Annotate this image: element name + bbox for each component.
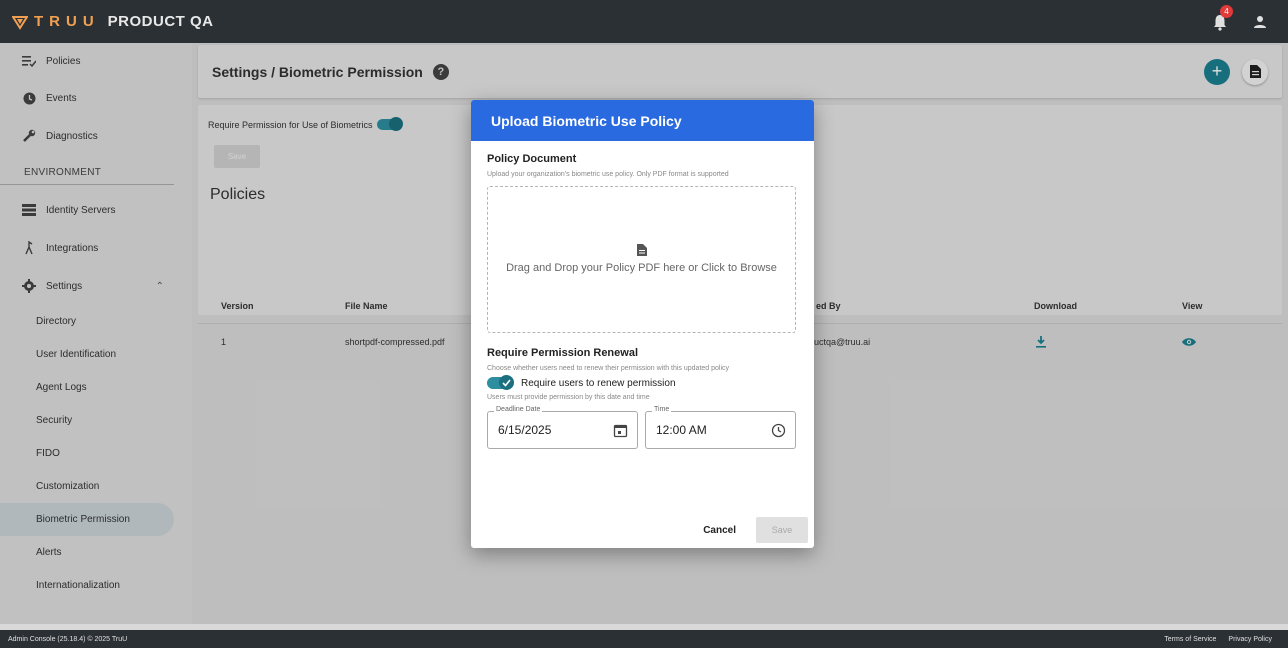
upload-policy-dialog: Upload Biometric Use Policy Policy Docum… <box>471 100 814 548</box>
clock-icon[interactable] <box>771 423 786 438</box>
deadline-date-label: Deadline Date <box>494 405 543 413</box>
policy-document-heading: Policy Document <box>487 153 577 165</box>
notification-badge: 4 <box>1220 4 1233 18</box>
privacy-link[interactable]: Privacy Policy <box>1228 636 1272 643</box>
renew-permission-toggle[interactable] <box>487 375 514 391</box>
truu-logo-icon <box>12 15 28 30</box>
terms-link[interactable]: Terms of Service <box>1164 636 1216 643</box>
product-name: PRODUCT QA <box>107 13 214 30</box>
deadline-date-field[interactable]: Deadline Date 6/15/2025 <box>487 405 638 449</box>
footer: Admin Console (25.18.4) © 2025 TruU Term… <box>0 630 1288 648</box>
policy-document-description: Upload your organization's biometric use… <box>487 171 729 178</box>
logo[interactable]: TRUU <box>12 13 100 30</box>
file-icon <box>636 244 647 257</box>
deadline-hint: Users must provide permission by this da… <box>487 394 650 402</box>
calendar-icon[interactable] <box>613 423 628 438</box>
checkmark-icon <box>499 375 514 391</box>
dialog-title: Upload Biometric Use Policy <box>471 100 814 141</box>
permission-renewal-heading: Require Permission Renewal <box>487 346 638 359</box>
permission-renewal-description: Choose whether users need to renew their… <box>487 364 730 372</box>
top-bar: TRUU PRODUCT QA 4 <box>0 0 1288 43</box>
version-info: Admin Console (25.18.4) © 2025 TruU <box>8 635 128 643</box>
pdf-dropzone[interactable]: Drag and Drop your Policy PDF here or Cl… <box>487 185 796 333</box>
deadline-date-value: 6/15/2025 <box>498 422 552 437</box>
time-label: Time <box>652 405 672 413</box>
logo-text: TRUU <box>34 13 100 30</box>
cancel-button[interactable]: Cancel <box>703 525 736 536</box>
dropzone-text: Drag and Drop your Policy PDF here or Cl… <box>506 262 777 275</box>
user-account-icon[interactable] <box>1252 14 1268 30</box>
renew-permission-label: Require users to renew permission <box>521 377 676 389</box>
notifications-button[interactable]: 4 <box>1212 4 1233 31</box>
time-value: 12:00 AM <box>656 422 707 437</box>
save-button[interactable]: Save <box>756 517 808 543</box>
time-field[interactable]: Time 12:00 AM <box>645 405 796 449</box>
